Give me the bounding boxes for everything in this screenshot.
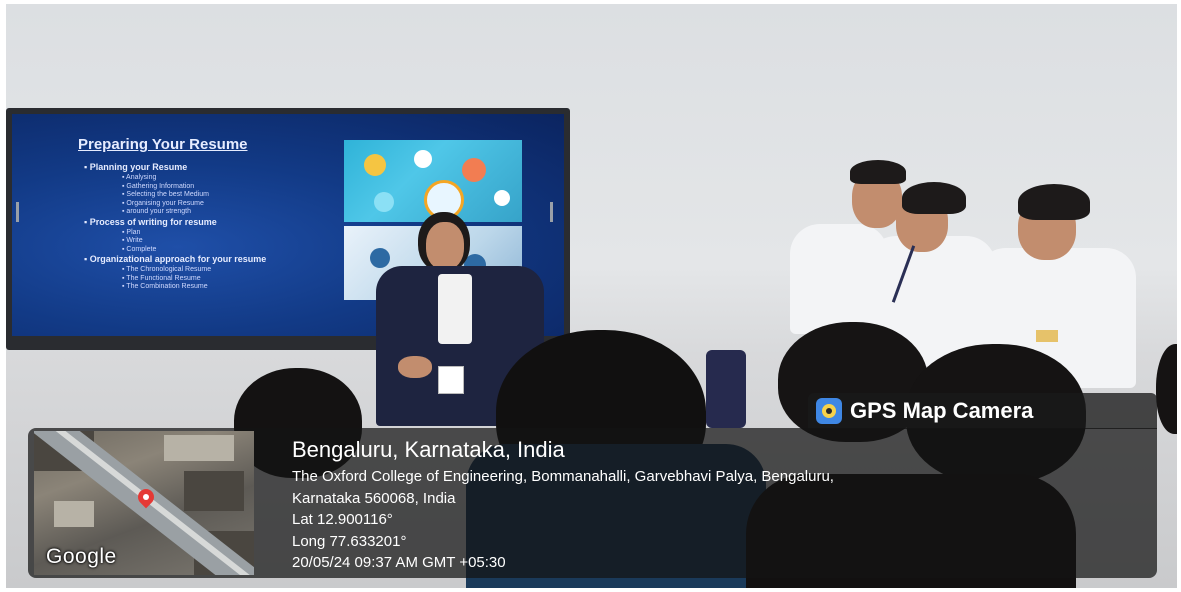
slide-illustration-top	[344, 140, 522, 222]
slide-bullet: ▪ Analysing	[122, 174, 157, 181]
longitude: Long 77.633201°	[292, 532, 407, 550]
location-details: Bengaluru, Karnataka, India The Oxford C…	[292, 436, 834, 574]
slide-bullet: ▪ Planning your Resume	[84, 162, 188, 172]
location-info-panel: Google Bengaluru, Karnataka, India The O…	[28, 428, 1157, 578]
slide-bullet: ▪ Selecting the best Medium	[122, 191, 209, 198]
latitude: Lat 12.900116°	[292, 511, 393, 528]
slide-bullet: ▪ Gathering Information	[122, 182, 195, 190]
slide-bullet: ▪ Plan	[122, 228, 141, 236]
slide-bullet: ▪ Write	[122, 237, 143, 244]
slide-bullet: ▪ around your strength	[122, 208, 192, 215]
location-title: Bengaluru, Karnataka, India	[292, 437, 565, 462]
slide-bullet: ▪ Organizational approach for your resum…	[84, 254, 267, 264]
gps-badge-label: GPS Map Camera	[850, 398, 1034, 423]
satellite-map-thumbnail: Google	[34, 431, 254, 575]
address-line-2: Karnataka 560068, India	[292, 489, 456, 507]
slide-bullet: ▪ Complete	[122, 245, 157, 253]
map-provider-label: Google	[46, 545, 117, 568]
slide-bullet: ▪ The Functional Resume	[122, 274, 201, 282]
slide-bullet: ▪ The Chronological Resume	[122, 266, 212, 273]
slide-bullet: ▪ Process of writing for resume	[84, 216, 217, 227]
slide-bullet: ▪ Organising your Resume	[122, 199, 204, 207]
slide-title: Preparing Your Resume	[78, 136, 248, 153]
slide-bullet: ▪ The Combination Resume	[122, 283, 208, 290]
gps-map-camera-badge: GPS Map Camera	[808, 393, 1157, 429]
address-line-1: The Oxford College of Engineering, Bomma…	[292, 468, 834, 485]
timestamp: 20/05/24 09:37 AM GMT +05:30	[292, 554, 506, 571]
gps-camera-app-icon	[816, 398, 842, 424]
